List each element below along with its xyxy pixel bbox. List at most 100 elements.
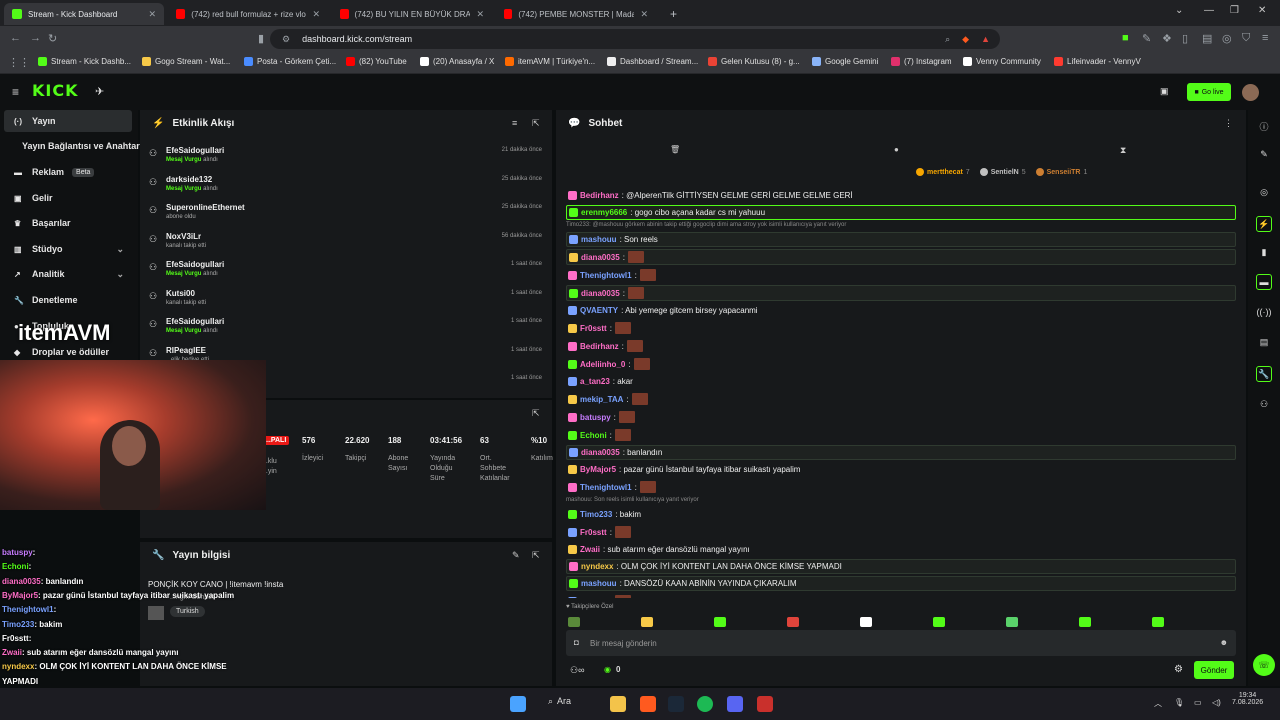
- activity-item[interactable]: ⚇ SuperonlineEthernet abone oldu 25 dakika …: [140, 201, 552, 229]
- chat-username[interactable]: erenmy6666: [581, 208, 627, 217]
- quick-emote-icon[interactable]: [1152, 617, 1164, 627]
- bookmark-item[interactable]: itemAVM | Türkiye'n...: [505, 57, 595, 66]
- new-tab-icon[interactable]: +: [662, 3, 685, 25]
- sidebar-item[interactable]: (·) Yayın: [4, 110, 132, 132]
- chat-rail-icon[interactable]: ▬: [1256, 274, 1272, 290]
- brave-rewards-icon[interactable]: ▲: [981, 34, 990, 44]
- send-button[interactable]: Gönder: [1194, 661, 1234, 679]
- bookmark-item[interactable]: Stream - Kick Dashb...: [38, 57, 131, 66]
- taskbar-search[interactable]: ⌕ Ara: [548, 696, 571, 707]
- tray-chevron-icon[interactable]: ︿: [1154, 698, 1162, 709]
- go-live-button[interactable]: ■ Go live: [1187, 83, 1231, 101]
- chat-username[interactable]: QVAENTY: [580, 306, 618, 315]
- chat-message[interactable]: ByMajor5: pazar günü İstanbul tayfaya it…: [566, 462, 1236, 477]
- top-gifter[interactable]: SentielN 5: [979, 166, 1026, 178]
- chat-message[interactable]: QVAENTY: Abi yemege gitcem birsey yapaca…: [566, 303, 1236, 318]
- quick-emote-icon[interactable]: [568, 617, 580, 627]
- sidebar-item[interactable]: ♛ Başarılar: [4, 212, 132, 234]
- close-tab-icon[interactable]: ✕: [148, 9, 156, 20]
- chevron-down-icon[interactable]: ⌄: [116, 244, 124, 255]
- chat-message[interactable]: Adeliinho_0:: [566, 356, 1236, 372]
- chat-input[interactable]: ◘ Bir mesaj gönderin ☻: [566, 630, 1236, 656]
- pin-icon[interactable]: ✈: [95, 85, 104, 98]
- kick-logo[interactable]: KICK: [32, 81, 79, 100]
- sidebar-item[interactable]: ▣ Gelir: [4, 187, 132, 209]
- app-icon[interactable]: [757, 696, 773, 712]
- top-gifter[interactable]: SenseiiTR 1: [1035, 166, 1087, 178]
- avatar[interactable]: [1242, 84, 1259, 101]
- chat-settings-icon[interactable]: ⚙: [1174, 664, 1183, 675]
- shield-icon[interactable]: ⛉: [1242, 32, 1250, 45]
- chat-message[interactable]: Bedirhanz:: [566, 338, 1236, 354]
- chat-message[interactable]: erenmy6666: gogo cibo açana kadar cs mi …: [566, 205, 1236, 220]
- close-tab-icon[interactable]: ✕: [312, 9, 320, 20]
- activity-item[interactable]: ⚇ EfeSaidogullari Mesaj Vurgu alındı 1 saat…: [140, 315, 552, 343]
- trash-icon[interactable]: 🗑: [670, 145, 680, 154]
- file-explorer-icon[interactable]: [610, 696, 626, 712]
- chat-username[interactable]: Bedirhanz: [580, 191, 619, 200]
- browser-tab[interactable]: (742) BU YILIN EN BÜYÜK DRAMASI ✕: [332, 3, 492, 25]
- bookmark-item[interactable]: Dashboard / Stream...: [607, 57, 698, 66]
- pencil-icon[interactable]: ✎: [1256, 146, 1272, 162]
- chat-message[interactable]: Zwaii: sub atarım eğer dansözlü mangal y…: [566, 542, 1236, 557]
- sidebar-icon[interactable]: ▯: [1182, 32, 1188, 45]
- discord-icon[interactable]: [727, 696, 743, 712]
- apps-grid-icon[interactable]: ⋮⋮: [8, 56, 30, 69]
- chat-message[interactable]: Timo233: bakim: [566, 507, 1236, 522]
- bookmark-item[interactable]: Lifeinvader - VennyV: [1054, 57, 1141, 66]
- quick-emote-icon[interactable]: [787, 617, 799, 627]
- bookmark-item[interactable]: Gelen Kutusu (8) - g...: [708, 57, 800, 66]
- sidebar-item[interactable]: ↗ Analitik ⌄: [4, 263, 132, 285]
- bookmark-item[interactable]: Google Gemini: [812, 57, 878, 66]
- zoom-icon[interactable]: ⌕: [945, 34, 950, 45]
- broadcast-icon[interactable]: ((·)): [1256, 304, 1272, 320]
- chat-username[interactable]: a_tan23: [580, 377, 610, 386]
- reload-icon[interactable]: ↻: [48, 32, 57, 45]
- chat-message[interactable]: nyndexx: OLM ÇOK İYİ KONTENT LAN DAHA ÖN…: [566, 559, 1236, 574]
- quick-emote-icon[interactable]: [933, 617, 945, 627]
- chat-username[interactable]: Thenightowl1: [580, 271, 632, 280]
- chat-username[interactable]: Zwaii: [580, 545, 600, 554]
- site-info-icon[interactable]: ⚙: [282, 34, 290, 45]
- windows-start-icon[interactable]: [510, 696, 526, 712]
- browser-tab[interactable]: (742) PEMBE MONSTER | Madara Olu ✕: [496, 3, 656, 25]
- activity-item[interactable]: ⚇ NoxV3iLr kanalı takip etti 56 dakika önce: [140, 230, 552, 258]
- bolt-rail-icon[interactable]: ⚡: [1256, 216, 1272, 232]
- chat-username[interactable]: batuspy: [580, 413, 611, 422]
- info-icon[interactable]: ⓘ: [1256, 118, 1272, 134]
- activity-item[interactable]: ⚇ EfeSaidogullari Mesaj Vurgu alındı 21 dak…: [140, 144, 552, 172]
- steam-icon[interactable]: [668, 696, 684, 712]
- chat-username[interactable]: Adeliinho_0: [580, 360, 625, 369]
- chat-message[interactable]: a_tan23: akar: [566, 374, 1236, 389]
- chat-message[interactable]: batuspy:: [566, 409, 1236, 425]
- chat-username[interactable]: ByMajor5: [580, 465, 616, 474]
- chat-message[interactable]: Fr0sstt:: [566, 524, 1236, 540]
- url-field[interactable]: ⚙ dashboard.kick.com/stream ⌕ ◆ ▲: [270, 29, 1000, 49]
- clip-icon[interactable]: ▮: [1256, 244, 1272, 260]
- bookmark-item[interactable]: (82) YouTube: [346, 57, 407, 66]
- chat-username[interactable]: mekip_TAA: [580, 395, 623, 404]
- chat-username[interactable]: mashouu: [581, 579, 617, 588]
- minimize-icon[interactable]: —: [1204, 5, 1214, 16]
- browser-tab[interactable]: (742) red bull formulaz + rize vlog - ✕: [168, 3, 328, 25]
- quick-emote-icon[interactable]: [860, 617, 872, 627]
- chat-username[interactable]: Fr0sstt: [580, 597, 607, 599]
- loop-icon[interactable]: ⚇∞: [570, 665, 584, 676]
- tab-list-icon[interactable]: ⌄: [1175, 5, 1183, 16]
- sidebar-item[interactable]: ▥ Stüdyo ⌄: [4, 238, 132, 260]
- users-icon[interactable]: ⚇: [1256, 396, 1272, 412]
- chat-message[interactable]: diana0035:: [566, 285, 1236, 301]
- chat-username[interactable]: Echoni: [580, 431, 607, 440]
- stats-popout-icon[interactable]: ⇱: [532, 408, 540, 419]
- browser-tab[interactable]: Stream - Kick Dashboard ✕: [4, 3, 164, 25]
- wrench-rail-icon[interactable]: 🔧: [1256, 366, 1272, 382]
- forward-icon[interactable]: →: [30, 32, 41, 44]
- chat-username[interactable]: Fr0sstt: [580, 324, 607, 333]
- chat-message[interactable]: mashouu: DANSÖZÜ KAAN ABİNİN YAYINDA ÇIK…: [566, 576, 1236, 591]
- clock[interactable]: 19:34 7.08.2026: [1232, 692, 1263, 706]
- support-icon[interactable]: ☏: [1253, 654, 1275, 676]
- bookmark-item[interactable]: Venny Community: [963, 57, 1041, 66]
- brave-icon[interactable]: [640, 696, 656, 712]
- chat-message[interactable]: Fr0sstt:: [566, 593, 1236, 598]
- bookmark-item[interactable]: Posta - Görkem Çeti...: [244, 57, 336, 66]
